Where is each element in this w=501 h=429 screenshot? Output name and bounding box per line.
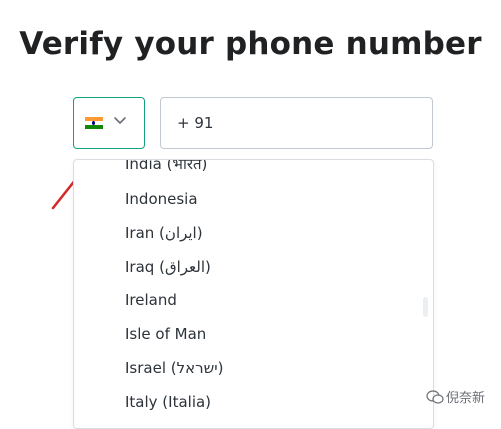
watermark-text: 倪奈新 <box>446 391 486 406</box>
page-title: Verify your phone number <box>19 26 482 62</box>
country-option-israel[interactable]: Israel (ישראל) <box>125 358 224 378</box>
phone-number-input[interactable] <box>160 97 433 149</box>
country-option-italy[interactable]: Italy (Italia) <box>125 392 211 412</box>
india-flag-icon <box>85 117 103 129</box>
country-option-indonesia[interactable]: Indonesia <box>125 189 198 209</box>
country-option-india[interactable]: India (भारत) <box>125 160 207 174</box>
country-dropdown-list[interactable]: India (भारत) Indonesia Iran (ایران) Iraq… <box>73 159 434 429</box>
dropdown-scrollbar[interactable] <box>423 297 428 317</box>
country-option-iran[interactable]: Iran (ایران) <box>125 223 203 243</box>
country-option-iraq[interactable]: Iraq (العراق) <box>125 257 211 277</box>
wechat-icon <box>426 390 444 404</box>
watermark: 倪奈新 <box>424 385 501 411</box>
country-option-ireland[interactable]: Ireland <box>125 290 177 310</box>
country-option-isle-of-man[interactable]: Isle of Man <box>125 324 206 344</box>
chevron-down-icon <box>114 117 126 124</box>
country-selector-button[interactable] <box>73 97 145 149</box>
